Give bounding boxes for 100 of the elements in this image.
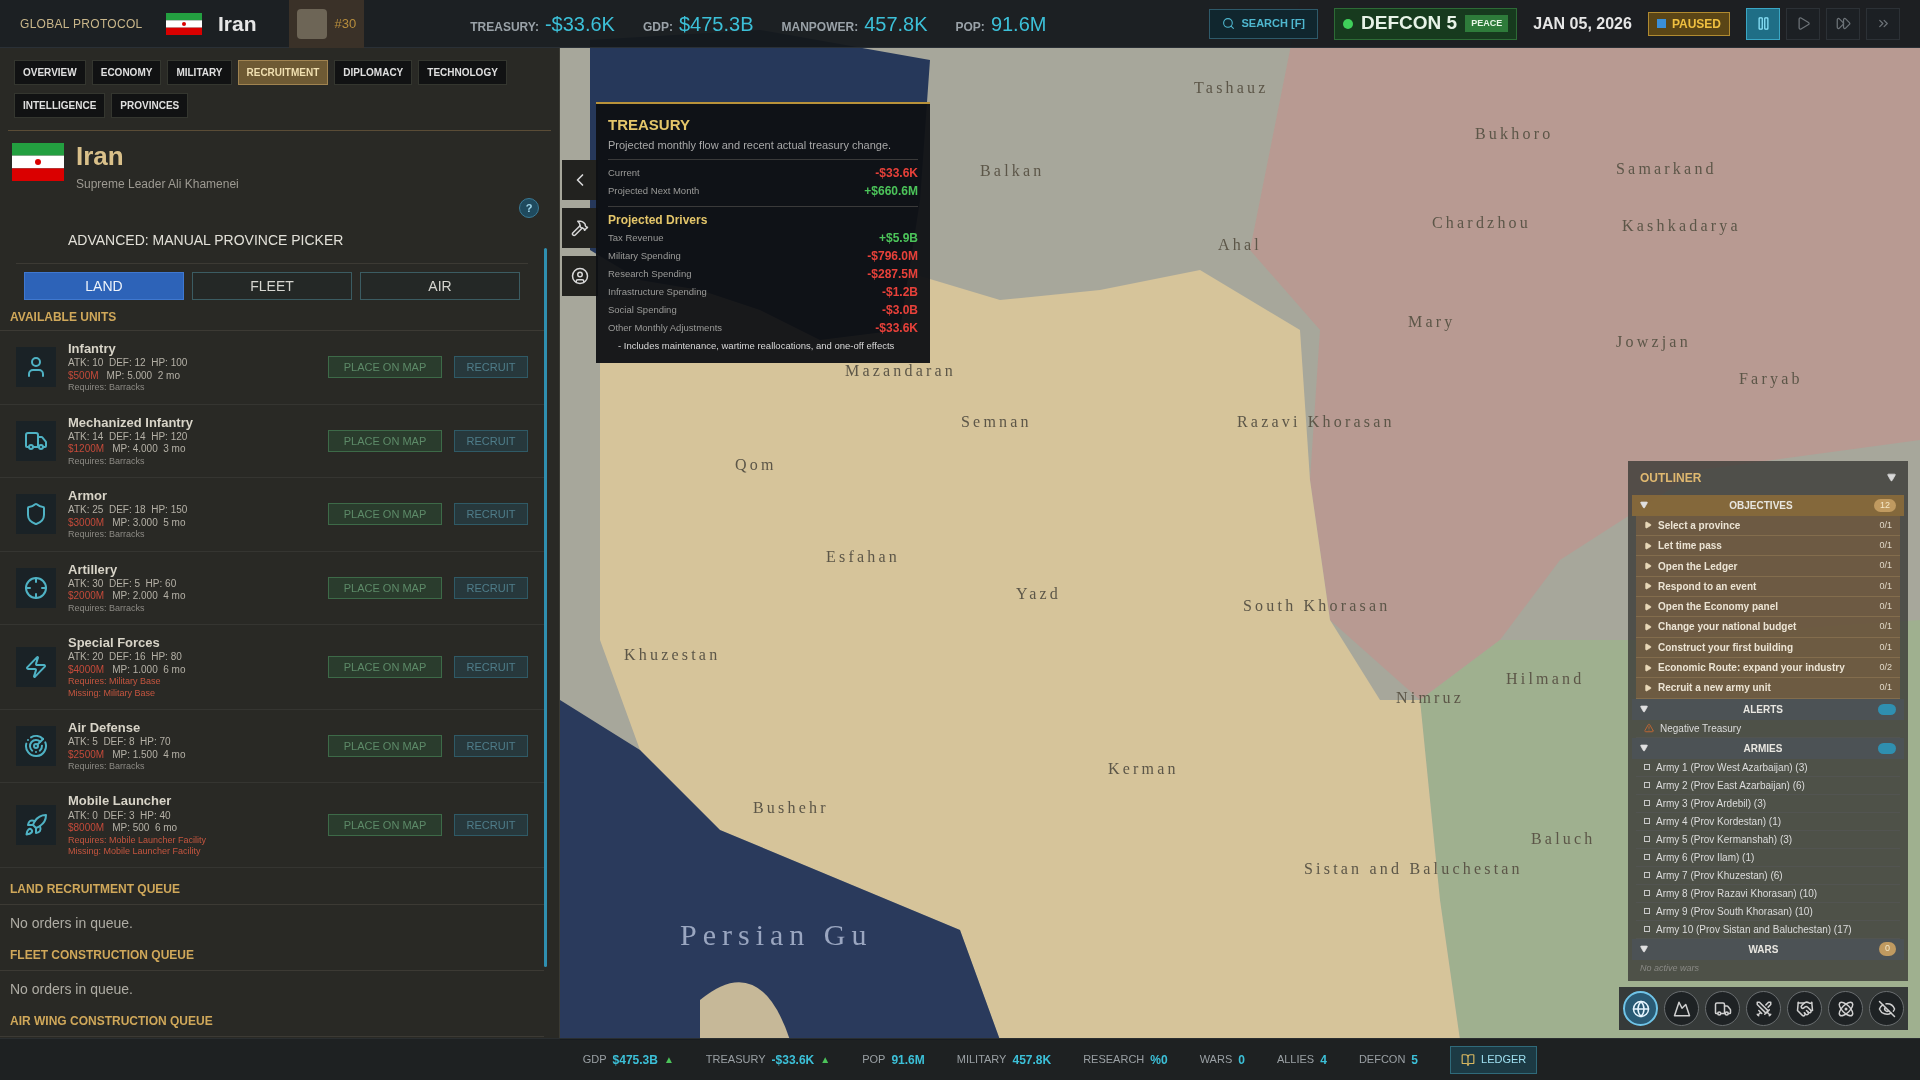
outliner-item[interactable]: Army 7 (Prov Khuzestan) (6) bbox=[1636, 866, 1900, 885]
map-label: Kashkadarya bbox=[1622, 216, 1741, 237]
map-mode-button[interactable] bbox=[1705, 991, 1740, 1026]
outliner-item[interactable]: Open the Economy panel 0/1 bbox=[1636, 597, 1900, 618]
speed-button[interactable] bbox=[1746, 7, 1780, 40]
map-mode-button[interactable] bbox=[1869, 991, 1904, 1026]
army-checkbox[interactable] bbox=[1644, 800, 1650, 806]
tooltip-value: -$287.5M bbox=[867, 266, 918, 283]
outliner-item[interactable]: Army 5 (Prov Kermanshah) (3) bbox=[1636, 830, 1900, 849]
outliner-item[interactable]: Let time pass 0/1 bbox=[1636, 536, 1900, 557]
help-button[interactable]: ? bbox=[519, 198, 539, 218]
outliner-item[interactable]: Recruit a new army unit 0/1 bbox=[1636, 678, 1900, 699]
item-text: Army 1 (Prov West Azarbaijan) (3) bbox=[1656, 760, 1809, 775]
map-label: Yazd bbox=[1016, 584, 1061, 604]
panel-tab[interactable]: DIPLOMACY bbox=[334, 60, 413, 85]
unit-stats: ATK: 0 DEF: 3 HP: 40 bbox=[68, 809, 172, 822]
tooltip-heading: Projected Drivers bbox=[608, 212, 709, 229]
play-icon bbox=[1644, 582, 1652, 591]
panel-tab[interactable]: TECHNOLOGY bbox=[418, 60, 507, 85]
outliner-item[interactable]: Army 8 (Prov Razavi Khorasan) (10) bbox=[1636, 884, 1900, 903]
ledger-button[interactable]: LEDGER bbox=[1450, 1045, 1538, 1074]
army-checkbox[interactable] bbox=[1644, 926, 1650, 932]
stat-value: %0 bbox=[1150, 1051, 1168, 1069]
progress-text: 0/1 bbox=[1879, 599, 1892, 613]
army-checkbox[interactable] bbox=[1644, 764, 1650, 770]
queue-empty-text: No orders in queue. bbox=[9, 980, 134, 999]
outliner-item[interactable]: Respond to an event 0/1 bbox=[1636, 576, 1900, 597]
outliner-item[interactable]: Construct your first building 0/1 bbox=[1636, 637, 1900, 658]
army-checkbox[interactable] bbox=[1644, 836, 1650, 842]
outliner-item[interactable]: Army 6 (Prov Ilam) (1) bbox=[1636, 848, 1900, 867]
unit-type-tab[interactable]: AIR bbox=[360, 272, 520, 300]
unit-name: Armor bbox=[68, 488, 108, 505]
outliner-item[interactable]: Army 1 (Prov West Azarbaijan) (3) bbox=[1636, 758, 1900, 777]
panel-tab[interactable]: ECONOMY bbox=[91, 60, 162, 85]
truck-icon bbox=[1713, 999, 1732, 1018]
unit-name: Artillery bbox=[68, 561, 119, 578]
outliner-item[interactable]: Economic Route: expand your industry 0/2 bbox=[1636, 657, 1900, 679]
person-icon bbox=[571, 267, 589, 285]
outliner-item[interactable]: Army 3 (Prov Ardebil) (3) bbox=[1636, 794, 1900, 813]
tooltip-label: Current bbox=[608, 165, 640, 180]
tooltip-value: -$33.6K bbox=[875, 320, 918, 337]
army-checkbox[interactable] bbox=[1644, 782, 1650, 788]
stat-label: POP: bbox=[955, 18, 985, 36]
army-checkbox[interactable] bbox=[1644, 872, 1650, 878]
panel-tab[interactable]: RECRUITMENT bbox=[237, 60, 329, 85]
outliner-item[interactable]: Negative Treasury bbox=[1636, 719, 1900, 738]
search-button[interactable]: SEARCH [F] bbox=[1209, 8, 1319, 39]
outliner-item[interactable]: Army 9 (Prov South Khorasan) (10) bbox=[1636, 902, 1900, 921]
advisor-button[interactable] bbox=[562, 256, 598, 296]
play-icon bbox=[1644, 541, 1652, 550]
scrollbar[interactable] bbox=[544, 248, 547, 967]
build-button[interactable] bbox=[562, 208, 598, 248]
game-title: GLOBAL PROTOCOL bbox=[20, 15, 144, 33]
map-label: Mazandaran bbox=[845, 361, 957, 381]
expanded-triangle-icon bbox=[1640, 945, 1648, 953]
unit-cost: $500M bbox=[68, 369, 99, 383]
map-mode-button[interactable] bbox=[1746, 991, 1781, 1026]
outliner-item[interactable]: Open the Ledger 0/1 bbox=[1636, 556, 1900, 577]
tooltip-value: +$5.9B bbox=[878, 230, 918, 247]
map-mode-button[interactable] bbox=[1828, 991, 1863, 1026]
play-icon bbox=[1644, 683, 1652, 692]
stat-label: TREASURY bbox=[705, 1052, 766, 1068]
stat-value: 457.8K bbox=[1012, 1051, 1052, 1069]
outliner-item[interactable]: Select a province 0/1 bbox=[1636, 515, 1900, 537]
map-mode-button[interactable] bbox=[1623, 991, 1658, 1026]
army-checkbox[interactable] bbox=[1644, 818, 1650, 824]
unit-cost: $4000M bbox=[68, 663, 105, 677]
tooltip-value: +$660.6M bbox=[864, 183, 918, 200]
outliner-item[interactable]: Army 10 (Prov Sistan and Baluchestan) (17) bbox=[1636, 920, 1900, 939]
map-mode-button[interactable] bbox=[1664, 991, 1699, 1026]
panel-tab[interactable]: OVERVIEW bbox=[14, 60, 86, 85]
army-checkbox[interactable] bbox=[1644, 854, 1650, 860]
unit-type-tab[interactable]: FLEET bbox=[192, 272, 352, 300]
defcon-indicator[interactable]: DEFCON 5 PEACE bbox=[1334, 7, 1518, 40]
unit-type-tab[interactable]: LAND bbox=[24, 272, 184, 300]
outliner-item[interactable]: Change your national budget 0/1 bbox=[1636, 617, 1900, 638]
unit-stats: ATK: 10 DEF: 12 HP: 100 bbox=[68, 357, 189, 370]
outliner-item[interactable]: Army 2 (Prov East Azarbaijan) (6) bbox=[1636, 776, 1900, 795]
radar-icon bbox=[24, 734, 48, 758]
section-header[interactable]: WARS 0 bbox=[1632, 938, 1904, 960]
panel-tab[interactable]: INTELLIGENCE bbox=[14, 93, 106, 118]
item-text: Change your national budget bbox=[1658, 620, 1798, 635]
unit-requirement: Missing: Mobile Launcher Facility bbox=[68, 845, 202, 857]
section-header[interactable]: OBJECTIVES 12 bbox=[1632, 494, 1904, 516]
globe-icon bbox=[1631, 999, 1650, 1018]
army-checkbox[interactable] bbox=[1644, 908, 1650, 914]
outliner-title: OUTLINER bbox=[1640, 469, 1702, 487]
unit-upkeep: MP: 1.000 6 mo bbox=[112, 663, 186, 677]
tooltip-value: -$33.6K bbox=[875, 165, 918, 182]
stat-value: 91.6M bbox=[990, 11, 1047, 37]
army-checkbox[interactable] bbox=[1644, 890, 1650, 896]
outliner-item[interactable]: Army 4 (Prov Kordestan) (1) bbox=[1636, 812, 1900, 831]
item-text: Army 5 (Prov Kermanshah) (3) bbox=[1656, 832, 1794, 847]
map-mode-button[interactable] bbox=[1787, 991, 1822, 1026]
section-header[interactable]: ALERTS bbox=[1632, 698, 1904, 720]
stat-value: 5 bbox=[1411, 1051, 1419, 1069]
section-header[interactable]: ARMIES bbox=[1632, 737, 1904, 759]
panel-tab[interactable]: MILITARY bbox=[167, 60, 232, 85]
panel-tab[interactable]: PROVINCES bbox=[111, 93, 189, 118]
rank-badge[interactable]: #30 bbox=[288, 0, 365, 48]
